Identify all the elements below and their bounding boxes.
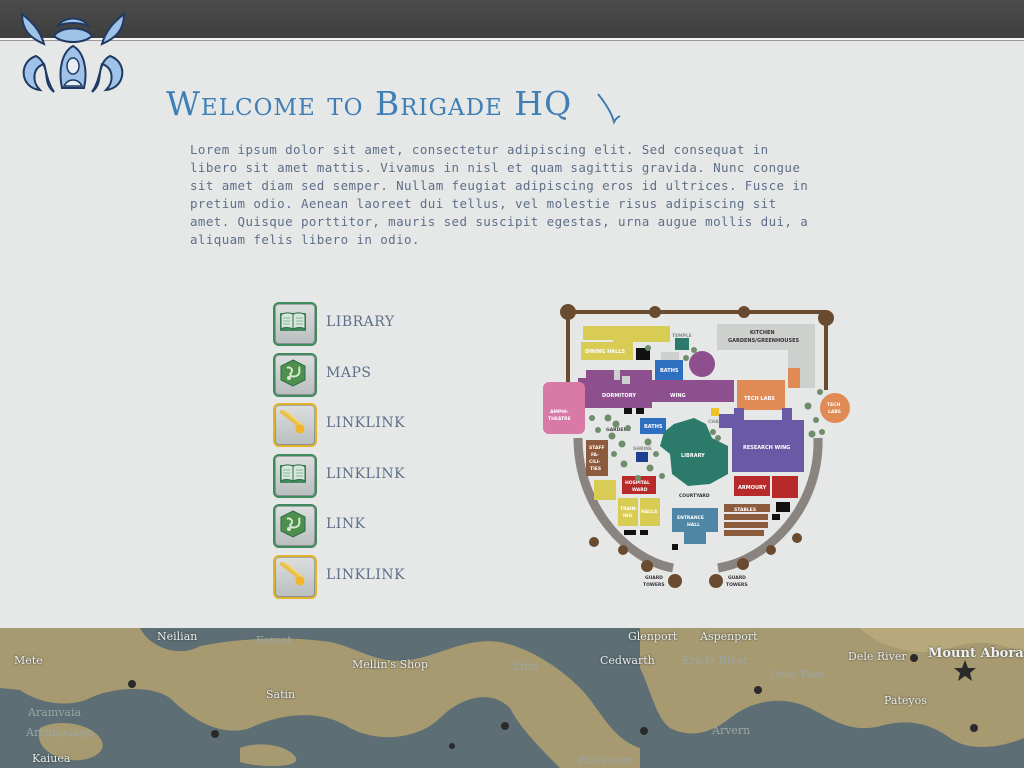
svg-text:HALLS: HALLS xyxy=(641,509,657,515)
label-dormitory: DORMITORY xyxy=(602,393,636,399)
svg-text:LABS: LABS xyxy=(828,409,841,415)
map-place: Archipelago xyxy=(26,726,94,739)
label-wing: WING xyxy=(670,393,686,399)
room-dining-halls xyxy=(613,326,670,342)
page-title: Welcome to Brigade HQ xyxy=(166,84,573,123)
svg-text:HALL: HALL xyxy=(687,522,700,528)
nav-item-link-2[interactable]: LINKLINK xyxy=(273,453,473,505)
comet-icon xyxy=(273,554,317,599)
intro-text: Lorem ipsum dolor sit amet, consectetur … xyxy=(190,141,840,249)
svg-text:TOWERS: TOWERS xyxy=(726,582,748,588)
brigade-logo[interactable] xyxy=(14,8,132,102)
intro-line: amet. Quisque porttitor, mauris sed susc… xyxy=(190,214,809,229)
nav-item-link-4[interactable]: LINKLINK xyxy=(273,554,473,606)
svg-text:RESEARCH WING: RESEARCH WING xyxy=(743,445,790,451)
map-place: Mellin's Shop xyxy=(352,658,428,671)
title-flourish xyxy=(597,93,621,125)
label-dining-halls: DINING HALLS xyxy=(585,349,626,355)
map-place: Dele River xyxy=(848,650,907,663)
map-place: Cedwarth xyxy=(600,654,655,667)
svg-text:WARD: WARD xyxy=(632,487,648,493)
map-place: Pateyos xyxy=(884,694,927,707)
hq-floor-plan[interactable]: DINING HALLS TEMPLE KITCHEN GARDENS/GREE… xyxy=(538,298,856,590)
svg-text:TIES: TIES xyxy=(590,466,601,472)
svg-text:AMPHI-: AMPHI- xyxy=(550,409,569,415)
svg-text:FA-: FA- xyxy=(591,452,599,458)
svg-text:TRAIN-: TRAIN- xyxy=(620,506,637,512)
nav-label: LINKLINK xyxy=(326,566,406,583)
label-kitchen: KITCHEN xyxy=(750,330,775,336)
book-icon xyxy=(273,453,317,498)
nav-item-maps[interactable]: MAPS xyxy=(273,352,473,404)
nav-item-library[interactable]: LIBRARY xyxy=(273,302,473,353)
nav-label: LINKLINK xyxy=(326,415,406,431)
label-shrine: SHRINE xyxy=(633,446,652,452)
map-place: Ossa Pass xyxy=(770,668,826,681)
svg-text:LIBRARY: LIBRARY xyxy=(681,453,705,459)
svg-text:CILI-: CILI- xyxy=(589,459,601,465)
intro-line: pretium odio. Aenean laoreet dui tellus,… xyxy=(190,196,777,211)
room-tech-labs-round xyxy=(820,393,850,423)
map-place: Aramvaia xyxy=(28,706,82,719)
room-wing xyxy=(652,380,734,402)
svg-text:TECH: TECH xyxy=(827,402,840,408)
map-icon xyxy=(273,504,317,548)
nav-item-link-1[interactable]: LINKLINK xyxy=(273,403,473,454)
label-tech-labs: TECH LABS xyxy=(744,396,775,402)
intro-line: libero sit amet mattis. Vivamus in nisl … xyxy=(190,160,801,175)
svg-text:ING: ING xyxy=(623,513,632,519)
map-place: Rinlasecn xyxy=(578,754,633,767)
nav-label: LINKLINK xyxy=(326,465,406,482)
svg-text:THEATRE: THEATRE xyxy=(548,416,571,422)
map-place: Glenport xyxy=(628,630,678,643)
intro-line: Lorem ipsum dolor sit amet, consectetur … xyxy=(190,142,769,157)
book-icon xyxy=(273,302,317,346)
map-place: Neilian xyxy=(157,630,198,643)
nav-item-link-3[interactable]: LINK xyxy=(273,504,473,555)
map-place: Forest xyxy=(256,634,292,647)
svg-text:ENTRANCE: ENTRANCE xyxy=(677,515,704,521)
intro-line: aliquam felis libero in odio. xyxy=(190,232,420,247)
map-icon xyxy=(273,352,317,397)
map-place: Aspenport xyxy=(700,630,758,643)
intro-line: sit amet diam sed semper. Nullam feugiat… xyxy=(190,178,809,193)
room-dining-halls xyxy=(583,326,613,340)
map-place: Efris xyxy=(512,660,539,673)
room-training-halls xyxy=(618,498,638,526)
nav-label: LIBRARY xyxy=(326,314,395,330)
room-amphitheatre xyxy=(543,382,585,434)
comet-icon xyxy=(273,403,317,447)
map-place: Satin xyxy=(266,688,296,701)
nav-menu: LIBRARY MAPS LINKLINK LINKLINK LINK LINK… xyxy=(273,302,473,605)
label-guard-towers: GUARD xyxy=(645,575,663,581)
world-map-banner: Neilian Forest Mellin's Shop Mete Satin … xyxy=(0,628,1024,768)
svg-text:STABLES: STABLES xyxy=(734,507,756,513)
nav-label: LINK xyxy=(326,516,366,532)
label-courtyard: COURTYARD xyxy=(679,493,710,499)
label-temple: TEMPLE xyxy=(672,333,692,339)
map-place: Mount Abora xyxy=(928,646,1024,661)
label-guard-towers: GUARD xyxy=(728,575,746,581)
room-tech-labs xyxy=(737,380,785,410)
room-library xyxy=(660,418,728,486)
label-baths: BATHS xyxy=(660,368,679,374)
map-place: Kaiuea xyxy=(32,752,71,765)
map-place: Mete xyxy=(14,654,43,667)
svg-text:TOWERS: TOWERS xyxy=(643,582,665,588)
map-place: Ericle River xyxy=(682,654,749,667)
label-gardens-greenhouses: GARDENS/GREENHOUSES xyxy=(728,338,799,344)
svg-text:ARMOURY: ARMOURY xyxy=(738,485,767,491)
map-place: Arvern xyxy=(712,724,751,737)
nav-label: MAPS xyxy=(326,364,372,381)
top-bar xyxy=(0,0,1024,40)
svg-text:STAFF: STAFF xyxy=(589,445,605,451)
svg-text:BATHS: BATHS xyxy=(644,424,663,430)
